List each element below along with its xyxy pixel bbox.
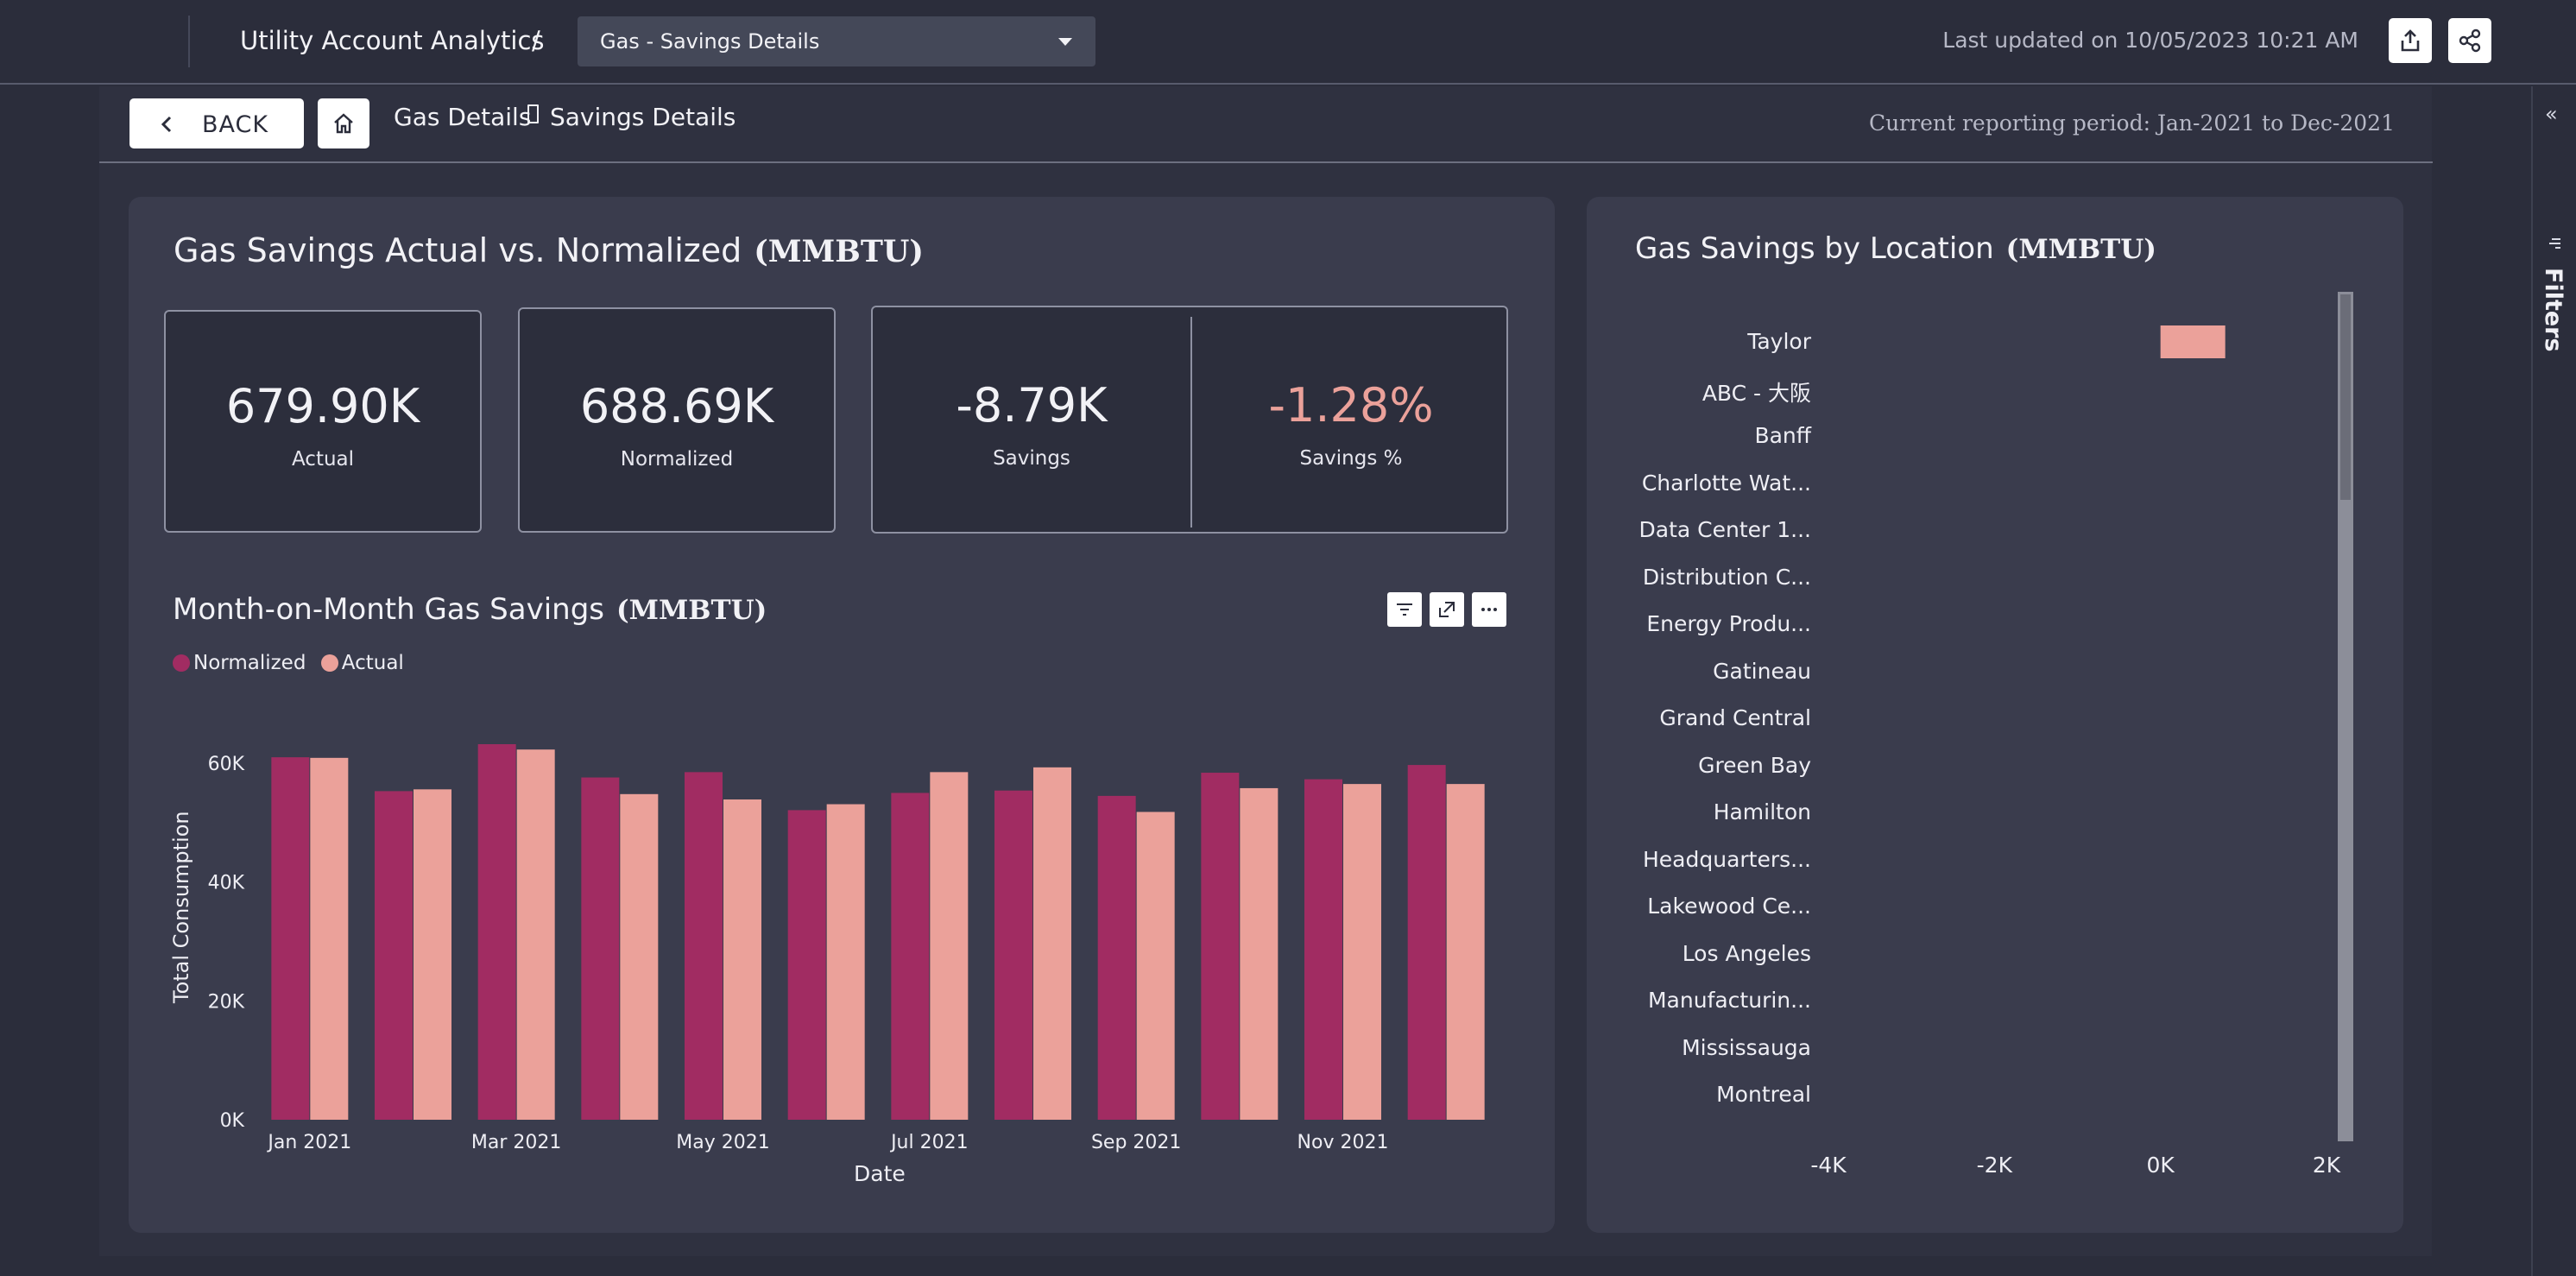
x-tick-label: -4K	[1810, 1153, 1847, 1178]
x-tick-label: 0K	[2146, 1153, 2175, 1178]
location-scrollbar-thumb[interactable]	[2340, 294, 2351, 500]
location-bar-chart	[2160, 325, 2226, 358]
location-bar[interactable]	[2160, 325, 2226, 358]
x-tick-label: 2K	[2312, 1153, 2341, 1178]
x-tick-label: -2K	[1976, 1153, 2012, 1178]
